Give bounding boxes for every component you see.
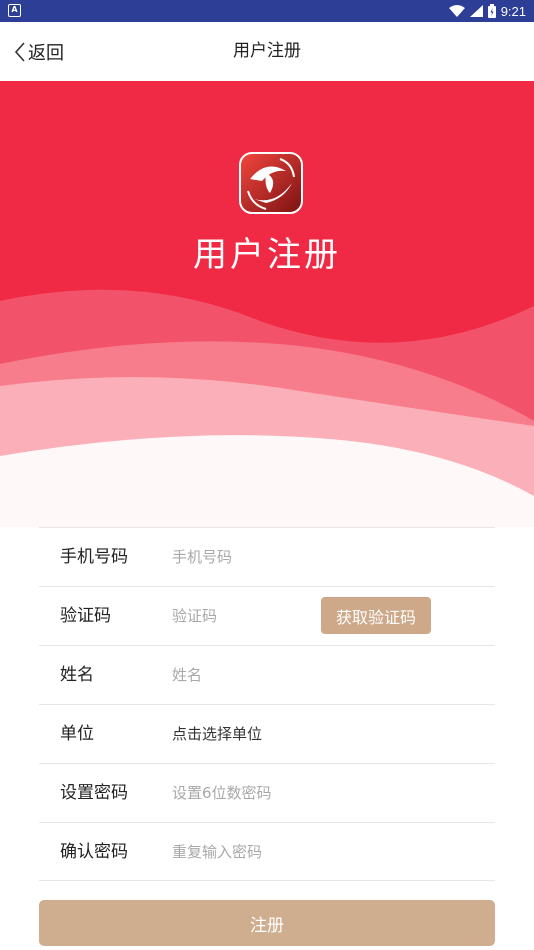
- confirm-password-row: 确认密码: [39, 822, 495, 881]
- code-input[interactable]: [172, 601, 312, 631]
- phone-row: 手机号码: [39, 527, 495, 586]
- signal-icon: [469, 5, 483, 17]
- name-row: 姓名: [39, 645, 495, 704]
- code-label: 验证码: [60, 606, 111, 626]
- a-icon: A: [8, 4, 21, 17]
- confirm-password-label: 确认密码: [60, 842, 128, 862]
- password-input[interactable]: [172, 778, 472, 808]
- register-button[interactable]: 注册: [39, 900, 495, 946]
- register-form: 手机号码 验证码 获取验证码 姓名 单位 点击选择单位 设置密码 确认密码: [39, 527, 495, 881]
- nav-bar: 返回 用户注册: [0, 22, 534, 81]
- get-code-button[interactable]: 获取验证码: [321, 597, 431, 634]
- chevron-left-icon: [14, 41, 25, 62]
- unit-row: 单位 点击选择单位: [39, 704, 495, 763]
- name-label: 姓名: [60, 665, 94, 685]
- unit-select[interactable]: 点击选择单位: [172, 705, 262, 763]
- password-row: 设置密码: [39, 763, 495, 822]
- wifi-icon: [448, 5, 465, 17]
- header-banner: 用户注册: [0, 81, 534, 527]
- code-row: 验证码 获取验证码: [39, 586, 495, 645]
- unit-label: 单位: [60, 724, 94, 744]
- banner-title: 用户注册: [193, 235, 341, 275]
- password-label: 设置密码: [60, 783, 128, 803]
- status-time: 9:21: [500, 3, 526, 19]
- phone-input[interactable]: [172, 542, 322, 572]
- status-bar: A 9:21: [0, 0, 534, 22]
- confirm-password-input[interactable]: [172, 837, 472, 867]
- battery-icon: [487, 4, 496, 18]
- phone-label: 手机号码: [60, 547, 128, 567]
- wave-background: [0, 289, 534, 527]
- page-title: 用户注册: [233, 41, 301, 61]
- back-button[interactable]: 返回: [14, 22, 64, 81]
- app-logo-icon: [239, 152, 303, 214]
- back-label: 返回: [28, 42, 64, 64]
- status-icons: 9:21: [448, 0, 526, 22]
- name-input[interactable]: [172, 660, 322, 690]
